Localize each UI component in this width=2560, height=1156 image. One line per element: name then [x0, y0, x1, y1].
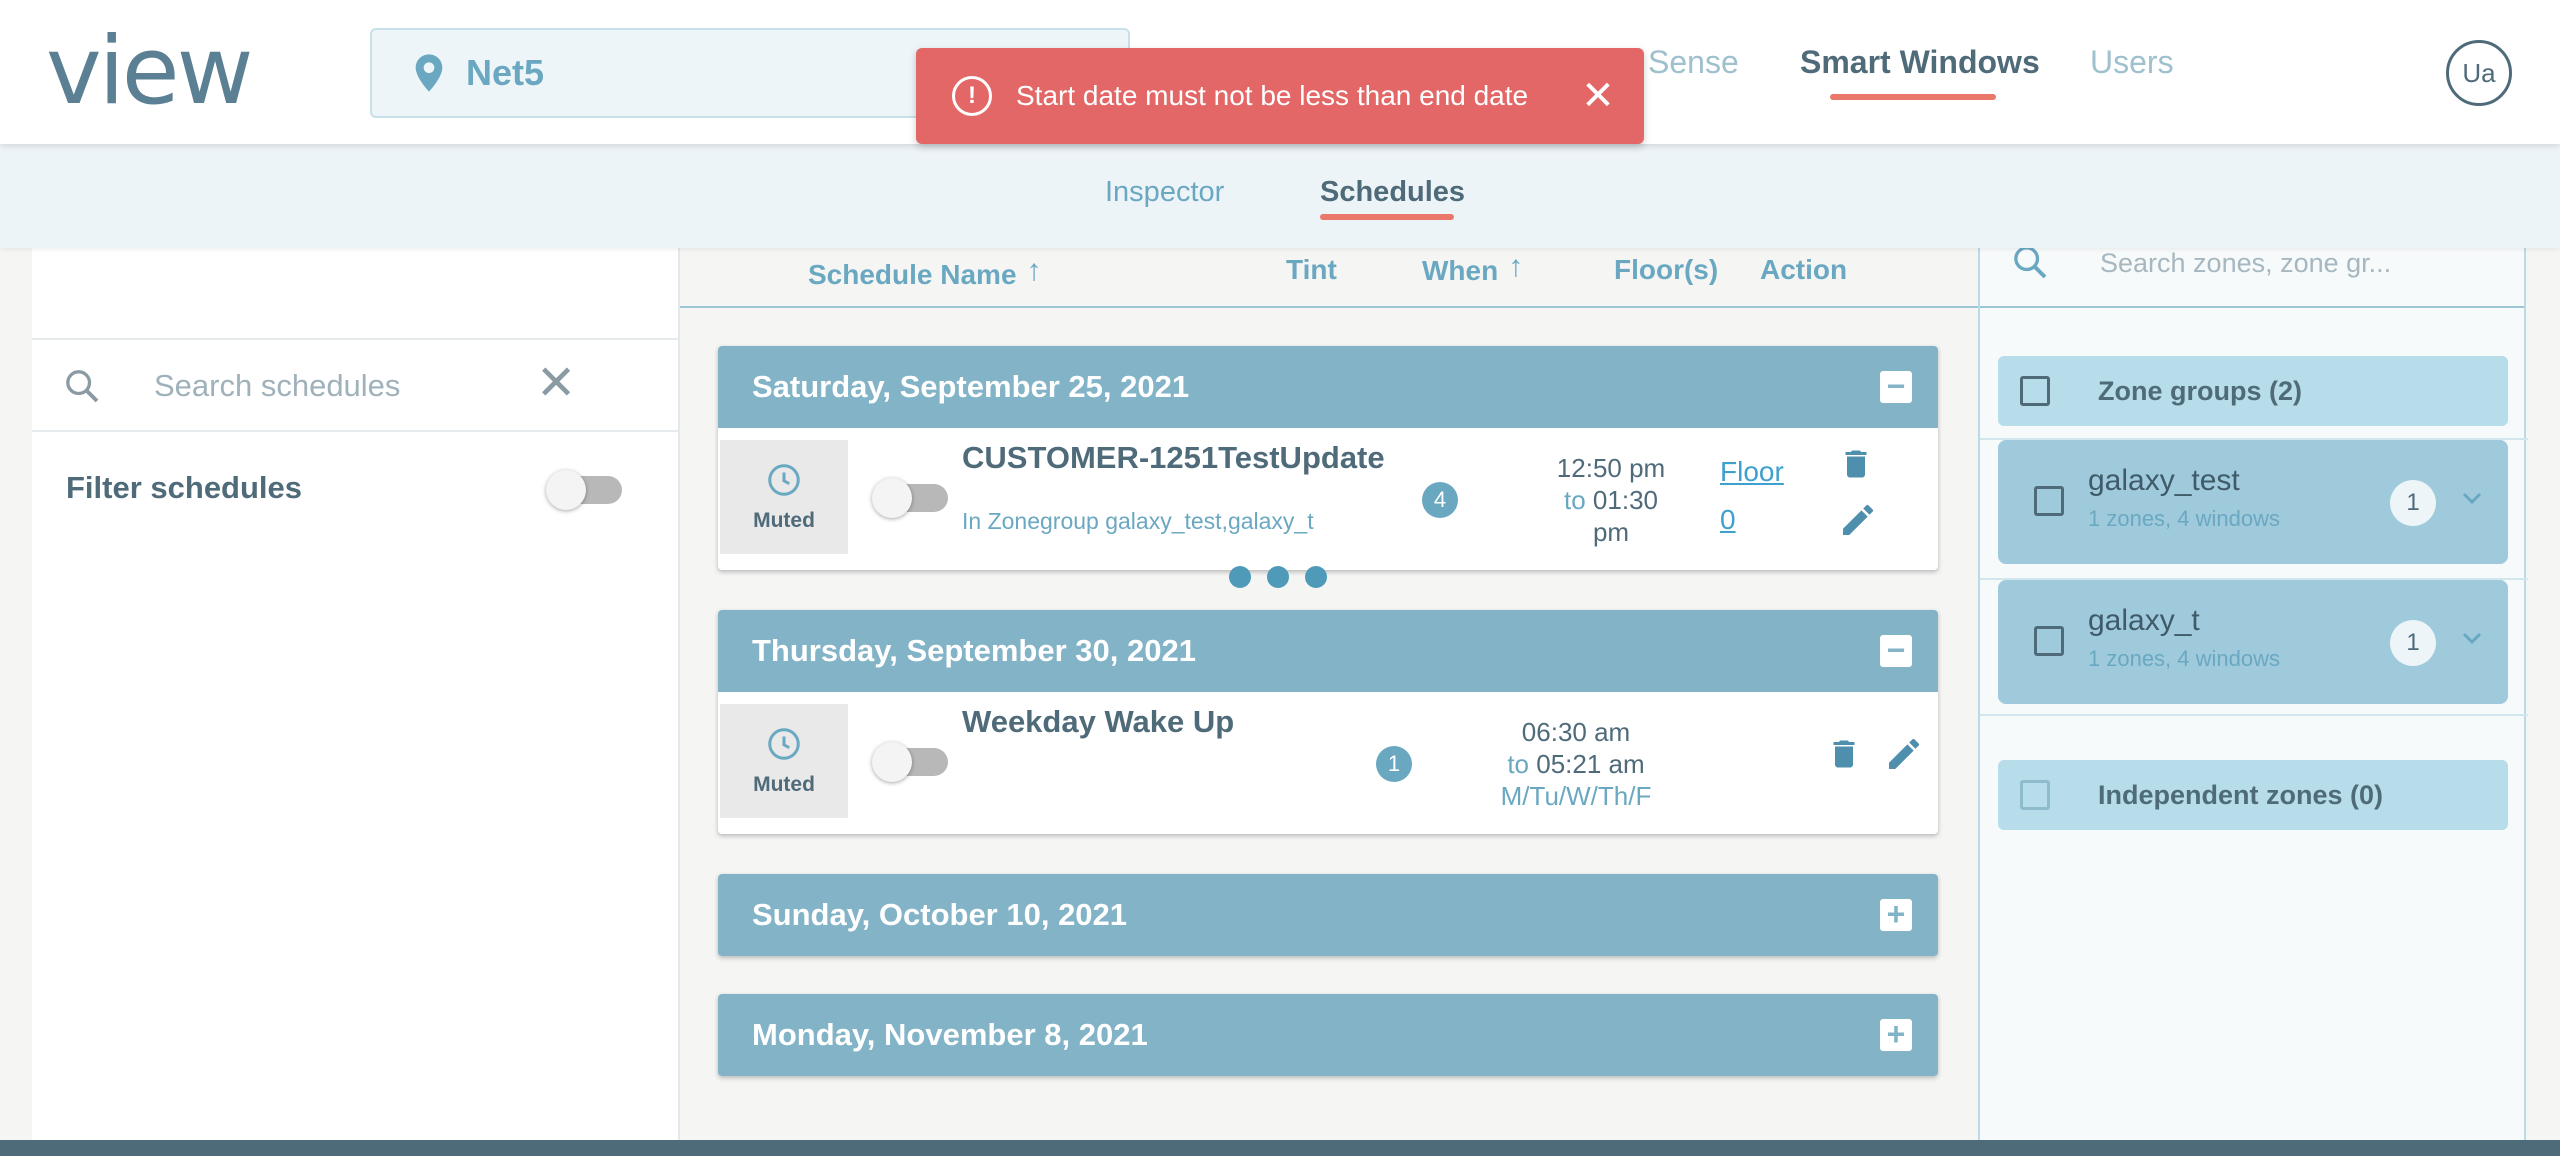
zone-group-count: 1	[2390, 480, 2436, 526]
zone-group-checkbox[interactable]	[2034, 626, 2064, 656]
delete-icon[interactable]	[1838, 444, 1874, 484]
clock-icon	[768, 464, 800, 496]
col-action[interactable]: Action	[1760, 254, 1847, 286]
edit-icon[interactable]	[1838, 500, 1878, 540]
schedule-row[interactable]: Muted CUSTOMER-1251TestUpdate In Zonegro…	[718, 428, 1938, 572]
sort-asc-icon: ↑	[1026, 254, 1042, 287]
col-tint[interactable]: Tint	[1286, 254, 1337, 286]
footer-bar	[0, 1140, 2560, 1156]
schedule-row[interactable]: Muted Weekday Wake Up 1 06:30 am to 05:2…	[718, 692, 1938, 836]
schedule-time: 12:50 pm to 01:30 pm	[1556, 453, 1666, 547]
column-headers: Schedule Name ↑ Tint When ↑ Floor(s) Actio…	[680, 248, 1978, 308]
expand-icon[interactable]: +	[1880, 898, 1912, 931]
location-pin-icon	[415, 54, 443, 92]
zone-search: Search zones, zone gr...	[1980, 246, 2524, 308]
chevron-down-icon[interactable]	[2456, 622, 2488, 654]
col-schedule-name[interactable]: Schedule Name ↑	[808, 254, 1042, 292]
toast-message: Start date must not be less than end dat…	[1016, 80, 1529, 111]
active-tab-underline	[1320, 214, 1454, 220]
muted-indicator: Muted	[720, 704, 848, 818]
schedule-filter-panel: Search schedules ✕ Filter schedules	[32, 248, 680, 1140]
muted-label: Muted	[753, 773, 815, 796]
sort-asc-icon: ↑	[1508, 250, 1524, 283]
edit-icon[interactable]	[1884, 734, 1924, 774]
independent-zones-header[interactable]: Independent zones (0)	[1998, 760, 2508, 830]
nav-sense[interactable]: Sense	[1648, 44, 1739, 81]
zone-group-summary: 1 zones, 4 windows	[2088, 646, 2280, 671]
tab-inspector[interactable]: Inspector	[1105, 176, 1224, 209]
filter-schedules-toggle[interactable]	[546, 470, 622, 510]
independent-zones-checkbox[interactable]	[2020, 780, 2050, 810]
day-header[interactable]: Thursday, September 30, 2021 −	[718, 610, 1938, 692]
left-panel-top	[32, 248, 678, 340]
schedule-search: Search schedules ✕	[32, 340, 678, 432]
zone-group-name: galaxy_t	[2088, 604, 2200, 637]
filter-schedules-label: Filter schedules	[66, 470, 303, 505]
day-group: Sunday, October 10, 2021 +	[718, 874, 1938, 956]
day-header[interactable]: Monday, November 8, 2021 +	[718, 994, 1938, 1076]
zone-groups-label: Zone groups (2)	[2098, 376, 2302, 406]
col-floors[interactable]: Floor(s)	[1614, 254, 1718, 286]
search-schedules-input[interactable]: Search schedules	[154, 368, 400, 404]
chevron-down-icon[interactable]	[2456, 482, 2488, 514]
collapse-icon[interactable]: −	[1880, 370, 1912, 403]
day-title: Thursday, September 30, 2021	[752, 633, 1196, 668]
sub-navigation: Inspector Schedules	[0, 144, 2560, 248]
schedule-enable-toggle[interactable]	[872, 478, 948, 518]
day-title: Sunday, October 10, 2021	[752, 897, 1128, 932]
day-header[interactable]: Saturday, September 25, 2021 −	[718, 346, 1938, 428]
schedule-time: 06:30 am to 05:21 am M/Tu/W/Th/F	[1500, 717, 1652, 811]
muted-label: Muted	[753, 509, 815, 532]
search-zones-input[interactable]: Search zones, zone gr...	[2100, 248, 2391, 279]
expand-icon[interactable]: +	[1880, 1018, 1912, 1051]
error-toast: ! Start date must not be less than end d…	[916, 48, 1644, 144]
tint-level-badge: 4	[1422, 482, 1458, 518]
delete-icon[interactable]	[1826, 734, 1862, 774]
zone-group-item[interactable]: galaxy_t 1 zones, 4 windows 1	[1998, 580, 2508, 704]
user-avatar[interactable]: Ua	[2446, 40, 2512, 106]
clear-search-icon[interactable]: ✕	[536, 360, 576, 408]
tint-level-badge: 1	[1376, 746, 1412, 782]
nav-users[interactable]: Users	[2090, 44, 2174, 81]
schedule-name: CUSTOMER-1251TestUpdate	[962, 440, 1385, 475]
divider	[1980, 714, 2528, 716]
zone-group-checkbox[interactable]	[2034, 486, 2064, 516]
day-title: Saturday, September 25, 2021	[752, 369, 1190, 404]
day-group: Saturday, September 25, 2021 − Muted CUS…	[718, 346, 1938, 570]
nav-smart-windows[interactable]: Smart Windows	[1800, 44, 2040, 81]
tab-schedules[interactable]: Schedules	[1320, 176, 1465, 209]
zone-group-summary: 1 zones, 4 windows	[2088, 506, 2280, 531]
independent-zones-label: Independent zones (0)	[2098, 780, 2384, 810]
search-icon	[2014, 246, 2047, 279]
zones-panel: Search zones, zone gr... Zone groups (2)…	[1978, 246, 2528, 1140]
zone-groups-checkbox[interactable]	[2020, 376, 2050, 406]
col-when[interactable]: When ↑	[1422, 250, 1523, 288]
day-header[interactable]: Sunday, October 10, 2021 +	[718, 874, 1938, 956]
loading-dots	[1229, 566, 1327, 588]
schedule-zone: In Zonegroup galaxy_test,galaxy_t	[962, 508, 1314, 534]
day-title: Monday, November 8, 2021	[752, 1017, 1148, 1052]
schedule-enable-toggle[interactable]	[872, 742, 948, 782]
schedule-list: Schedule Name ↑ Tint When ↑ Floor(s) Actio…	[680, 248, 1978, 1140]
view-logo: view	[46, 17, 253, 126]
day-group: Thursday, September 30, 2021 − Muted Wee…	[718, 610, 1938, 834]
zone-groups-header[interactable]: Zone groups (2)	[1998, 356, 2508, 426]
filter-schedules-row: Filter schedules	[32, 432, 678, 542]
active-nav-underline	[1830, 94, 1996, 100]
collapse-icon[interactable]: −	[1880, 634, 1912, 667]
day-group: Monday, November 8, 2021 +	[718, 994, 1938, 1076]
toast-close-icon[interactable]: ✕	[1578, 76, 1618, 116]
zone-group-item[interactable]: galaxy_test 1 zones, 4 windows 1	[1998, 440, 2508, 564]
floor-link[interactable]: Floor 0	[1720, 448, 1784, 544]
schedule-name: Weekday Wake Up	[962, 704, 1235, 739]
zone-group-name: galaxy_test	[2088, 464, 2240, 497]
site-name: Net5	[466, 52, 545, 93]
clock-icon	[768, 728, 800, 760]
muted-indicator: Muted	[720, 440, 848, 554]
search-icon	[66, 370, 99, 403]
alert-circle-icon: !	[952, 76, 992, 116]
zone-group-count: 1	[2390, 620, 2436, 666]
